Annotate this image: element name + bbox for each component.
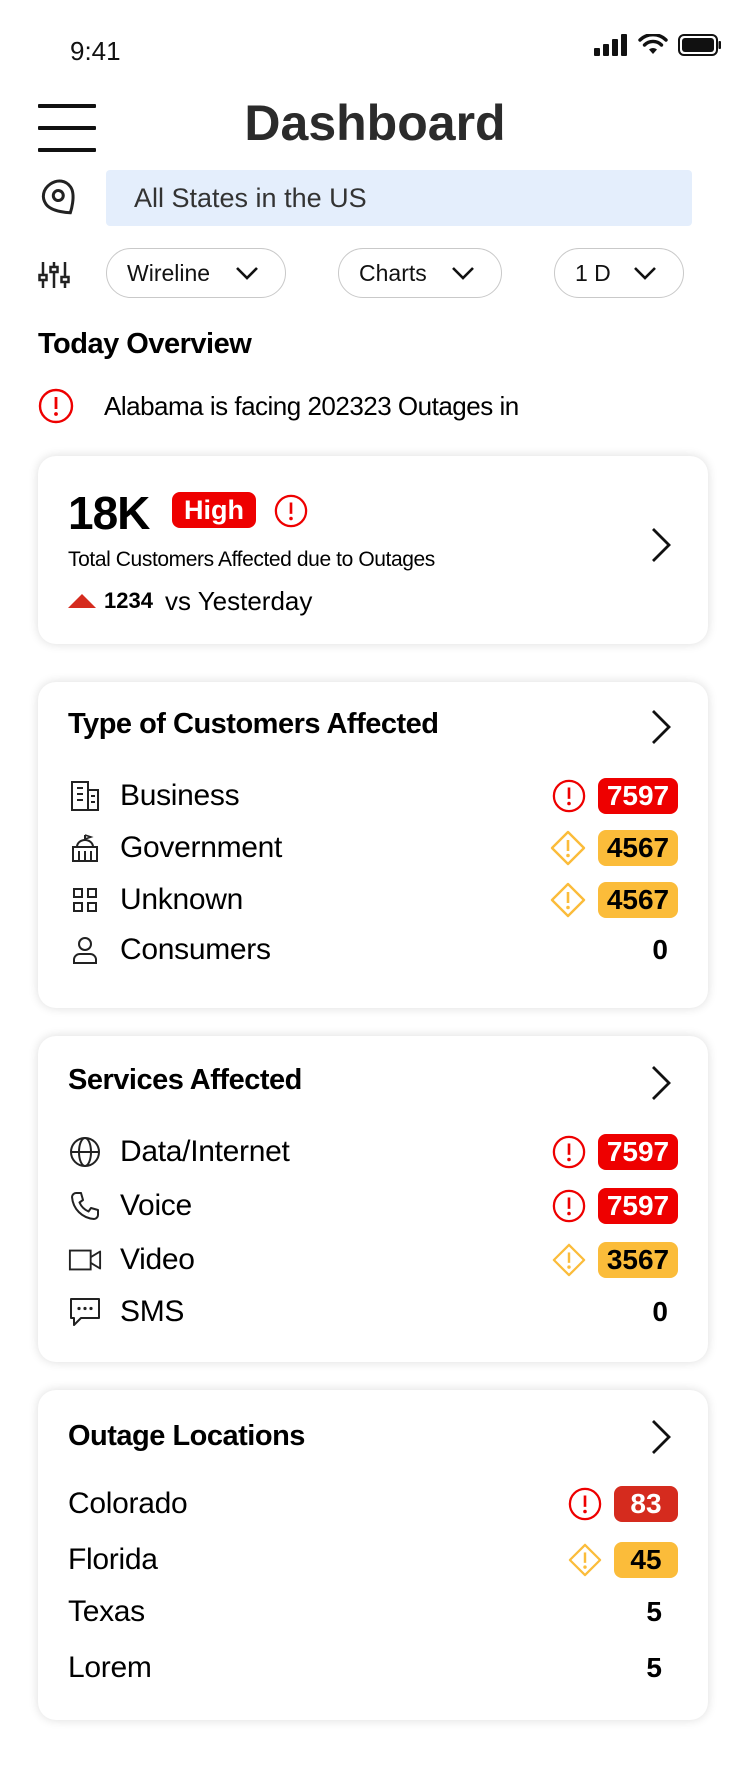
location-row-florida[interactable]: Florida 45 [68, 1540, 678, 1580]
trend-label: vs Yesterday [164, 585, 313, 616]
alert-icon [38, 388, 74, 424]
network-filter-label: Wireline [127, 259, 211, 286]
count-value: 0 [652, 934, 668, 965]
row-label: Lorem [68, 1651, 152, 1684]
outage-alert: Alabama is facing 202323 Outages in [38, 386, 519, 426]
trend-indicator: 1234 vs Yesterday [68, 584, 312, 618]
government-icon [68, 831, 102, 865]
warning-icon [552, 1243, 586, 1277]
critical-alert-icon [552, 779, 586, 813]
message-icon [68, 1295, 102, 1329]
count-badge: 45 [614, 1542, 678, 1578]
services-affected-card: Services Affected Data/Internet 7597 Voi… [38, 1036, 708, 1362]
location-row-lorem[interactable]: Lorem 5 [68, 1648, 678, 1688]
customer-type-row-consumers[interactable]: Consumers 0 [68, 930, 678, 970]
row-label: SMS [120, 1295, 185, 1328]
customer-type-row-unknown[interactable]: Unknown 4567 [68, 880, 678, 920]
row-label: Texas [68, 1595, 145, 1628]
wifi-icon [638, 34, 668, 54]
service-row-sms[interactable]: SMS 0 [68, 1292, 678, 1332]
chevron-down-icon [452, 267, 474, 280]
severity-badge: High [172, 492, 256, 528]
view-filter-label: Charts [359, 259, 427, 286]
trend-value: 1234 [104, 588, 153, 613]
customer-type-row-government[interactable]: Government 4567 [68, 828, 678, 868]
signal-icon [594, 34, 627, 56]
chevron-right-icon[interactable] [650, 708, 672, 746]
person-icon [68, 933, 102, 967]
warning-icon [550, 882, 586, 918]
filter-sliders-icon[interactable] [38, 260, 70, 290]
location-row-texas[interactable]: Texas 5 [68, 1592, 678, 1632]
critical-alert-icon [552, 1189, 586, 1223]
period-filter-dropdown[interactable]: 1 D [554, 248, 684, 298]
building-icon [68, 779, 102, 813]
warning-icon [550, 830, 586, 866]
count-badge: 4567 [598, 830, 678, 866]
today-overview-heading: Today Overview [38, 328, 252, 360]
period-filter-label: 1 D [575, 259, 611, 286]
card-title: Outage Locations [68, 1420, 305, 1452]
total-affected-value: 18K [68, 487, 150, 539]
grid-icon [68, 883, 102, 917]
count-badge: 83 [614, 1486, 678, 1522]
row-label: Data/Internet [120, 1135, 290, 1168]
count-value: 0 [652, 1296, 668, 1327]
card-title: Services Affected [68, 1064, 302, 1096]
count-badge: 7597 [598, 778, 678, 814]
status-bar: 9:41 [0, 0, 750, 90]
row-label: Florida [68, 1543, 158, 1576]
total-affected-description: Total Customers Affected due to Outages [68, 548, 435, 571]
chevron-right-icon[interactable] [650, 1418, 672, 1456]
row-label: Unknown [120, 883, 243, 916]
row-label: Video [120, 1243, 195, 1276]
page-title: Dashboard [244, 95, 506, 151]
customer-types-card: Type of Customers Affected Business 7597… [38, 682, 708, 1008]
count-badge: 4567 [598, 882, 678, 918]
row-label: Government [120, 831, 283, 864]
phone-icon [68, 1189, 102, 1223]
alert-text: Alabama is facing 202323 Outages in [104, 390, 519, 421]
globe-icon [68, 1135, 102, 1169]
service-row-voice[interactable]: Voice 7597 [68, 1186, 678, 1226]
service-row-data-internet[interactable]: Data/Internet 7597 [68, 1132, 678, 1172]
card-title: Type of Customers Affected [68, 708, 439, 740]
warning-icon [568, 1543, 602, 1577]
location-search-input[interactable] [106, 170, 692, 226]
chevron-down-icon [634, 267, 656, 280]
count-badge: 3567 [598, 1242, 678, 1278]
row-label: Business [120, 779, 240, 812]
alert-icon [274, 494, 308, 528]
chevron-right-icon[interactable] [650, 1064, 672, 1102]
filter-row: Wireline Charts 1 D [0, 248, 750, 300]
location-row-colorado[interactable]: Colorado 83 [68, 1484, 678, 1524]
row-label: Voice [120, 1189, 192, 1222]
critical-alert-icon [552, 1135, 586, 1169]
network-filter-dropdown[interactable]: Wireline [106, 248, 286, 298]
app-header: Dashboard [0, 90, 750, 170]
view-filter-dropdown[interactable]: Charts [338, 248, 502, 298]
count-badge: 7597 [598, 1188, 678, 1224]
row-label: Consumers [120, 933, 271, 966]
trend-up-icon [68, 594, 96, 608]
location-row [0, 168, 750, 230]
service-row-video[interactable]: Video 3567 [68, 1240, 678, 1280]
chevron-down-icon [236, 267, 258, 280]
status-icons [594, 34, 722, 56]
customers-affected-summary-card[interactable]: 18K High Total Customers Affected due to… [38, 456, 708, 644]
count-badge: 7597 [598, 1134, 678, 1170]
count-value: 5 [646, 1596, 662, 1627]
chevron-right-icon[interactable] [650, 526, 672, 564]
outage-locations-card: Outage Locations Colorado 83 Florida 45 … [38, 1390, 708, 1720]
status-time: 9:41 [70, 36, 121, 66]
customer-type-row-business[interactable]: Business 7597 [68, 776, 678, 816]
row-label: Colorado [68, 1487, 188, 1520]
location-pin-icon[interactable] [40, 178, 80, 220]
video-icon [68, 1243, 102, 1277]
battery-icon [678, 34, 721, 56]
count-value: 5 [646, 1652, 662, 1683]
critical-alert-icon [568, 1487, 602, 1521]
